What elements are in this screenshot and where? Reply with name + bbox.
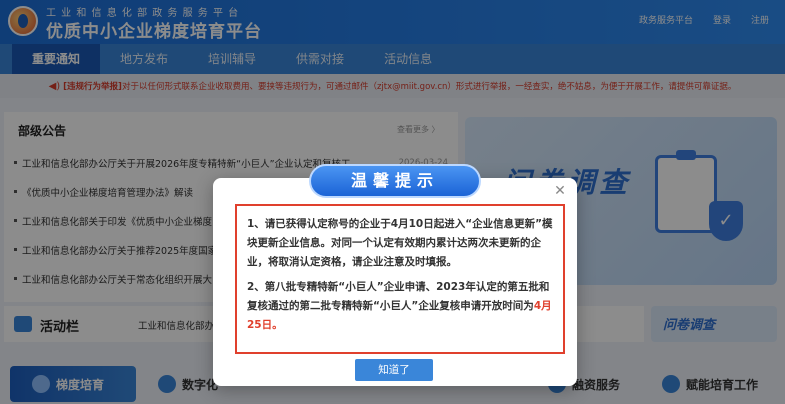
notice-paragraph-2: 2、第八批专精特新“小巨人”企业申请、2023年认定的第五批和复核通过的第二批专… (247, 278, 553, 335)
modal-content: 1、请已获得认定称号的企业于4月10日起进入“企业信息更新”模块更新企业信息。对… (235, 204, 565, 354)
close-icon[interactable]: ✕ (553, 184, 567, 198)
modal-title: 温馨提示 (309, 164, 481, 198)
notice-paragraph-1: 1、请已获得认定称号的企业于4月10日起进入“企业信息更新”模块更新企业信息。对… (247, 218, 553, 268)
notice-paragraph-2-text: 2、第八批专精特新“小巨人”企业申请、2023年认定的第五批和复核通过的第二批专… (247, 281, 550, 312)
notice-modal: 温馨提示 ✕ 1、请已获得认定称号的企业于4月10日起进入“企业信息更新”模块更… (213, 164, 577, 386)
acknowledge-button[interactable]: 知道了 (355, 359, 433, 381)
